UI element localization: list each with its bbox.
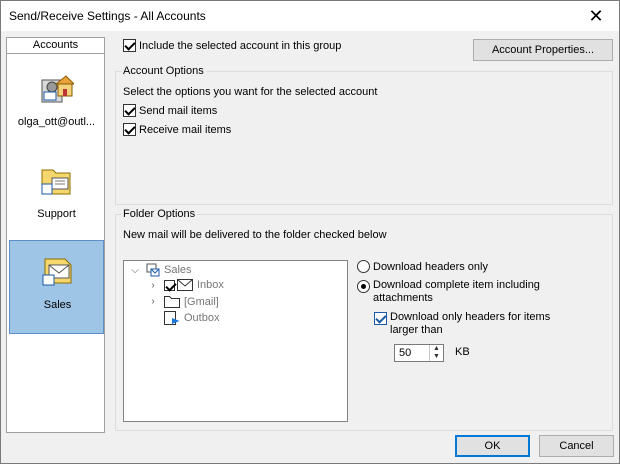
send-mail-label: Send mail items — [139, 104, 218, 117]
download-complete-label-line2: attachments — [373, 292, 433, 304]
mailbox-icon — [146, 263, 160, 277]
include-account-label: Include the selected account in this gro… — [139, 39, 342, 52]
folder-options-description: New mail will be delivered to the folder… — [123, 229, 387, 241]
envelope-account-icon — [42, 258, 72, 286]
send-receive-settings-dialog: Send/Receive Settings - All Accounts ✕ A… — [0, 0, 620, 464]
tree-root-sales[interactable]: ⌵ Sales — [130, 263, 192, 277]
size-limit-value[interactable]: 50 — [399, 347, 411, 359]
receive-mail-option[interactable]: Receive mail items — [123, 123, 231, 136]
outbox-icon — [164, 311, 180, 325]
include-account-checkbox[interactable] — [123, 39, 136, 52]
send-mail-option[interactable]: Send mail items — [123, 104, 217, 117]
tree-root-label: Sales — [164, 264, 192, 276]
stepper-down-icon[interactable]: ▼ — [430, 353, 443, 361]
download-only-headers-label: Download only headers for items larger t… — [390, 311, 550, 337]
download-headers-only-label: Download headers only — [373, 260, 488, 273]
inbox-checkbox[interactable] — [164, 279, 175, 291]
tree-item-gmail[interactable]: › [Gmail] — [148, 295, 219, 308]
accounts-sidebar: Accounts olga_ott@outl... Support Sales — [6, 37, 105, 433]
account-item-olga[interactable]: olga_ott@outl... — [9, 58, 104, 152]
ok-button[interactable]: OK — [455, 435, 530, 457]
account-item-support[interactable]: Support — [9, 150, 104, 244]
stepper-arrows: ▲ ▼ — [429, 345, 443, 361]
size-unit-label: KB — [455, 346, 470, 358]
send-mail-checkbox[interactable] — [123, 104, 136, 117]
receive-mail-checkbox[interactable] — [123, 123, 136, 136]
tree-item-label: Outbox — [184, 312, 220, 324]
tree-item-label: [Gmail] — [184, 295, 219, 308]
account-properties-button[interactable]: Account Properties... — [473, 39, 613, 61]
cancel-button[interactable]: Cancel — [539, 435, 614, 457]
folder-tree[interactable]: ⌵ Sales › Inbox › [Gmail] Outbox — [123, 260, 348, 422]
receive-mail-label: Receive mail items — [139, 123, 232, 136]
title-bar: Send/Receive Settings - All Accounts ✕ — [1, 1, 619, 31]
stepper-up-icon[interactable]: ▲ — [430, 345, 443, 353]
folder-account-icon — [41, 169, 71, 195]
inbox-envelope-icon — [177, 279, 193, 291]
download-complete-label-line1: Download complete item including — [373, 279, 540, 291]
download-complete-option[interactable]: Download complete item including attachm… — [357, 279, 540, 305]
account-item-sales[interactable]: Sales — [9, 240, 104, 334]
download-headers-only-option[interactable]: Download headers only — [357, 260, 488, 273]
account-house-icon — [41, 75, 74, 103]
download-only-headers-option[interactable]: Download only headers for items larger t… — [374, 311, 550, 337]
account-label: Support — [37, 208, 76, 220]
account-options-title: Account Options — [121, 65, 206, 77]
tree-item-label: Inbox — [197, 279, 224, 291]
folder-icon — [164, 296, 180, 308]
include-account-option[interactable]: Include the selected account in this gro… — [123, 39, 341, 52]
account-label: olga_ott@outl... — [17, 116, 96, 128]
close-button[interactable]: ✕ — [573, 1, 619, 31]
chevron-right-icon[interactable]: › — [148, 296, 158, 307]
accounts-header: Accounts — [7, 38, 104, 54]
close-icon: ✕ — [588, 5, 604, 26]
tree-item-outbox[interactable]: Outbox — [164, 311, 219, 325]
tree-item-inbox[interactable]: › Inbox — [148, 279, 224, 291]
download-only-headers-label-line1: Download only headers for items — [390, 311, 551, 323]
account-options-description: Select the options you want for the sele… — [123, 86, 378, 98]
account-label: Sales — [43, 299, 72, 311]
download-headers-only-radio[interactable] — [357, 260, 370, 273]
size-limit-stepper[interactable]: 50 ▲ ▼ — [394, 344, 444, 362]
window-title: Send/Receive Settings - All Accounts — [9, 9, 206, 23]
chevron-down-icon[interactable]: ⌵ — [130, 265, 140, 276]
download-complete-radio[interactable] — [357, 280, 370, 293]
download-complete-label: Download complete item including attachm… — [373, 279, 540, 305]
chevron-right-icon[interactable]: › — [148, 280, 158, 291]
download-only-headers-label-line2: larger than — [390, 324, 443, 336]
download-only-headers-checkbox[interactable] — [374, 312, 387, 325]
folder-options-title: Folder Options — [121, 208, 198, 220]
